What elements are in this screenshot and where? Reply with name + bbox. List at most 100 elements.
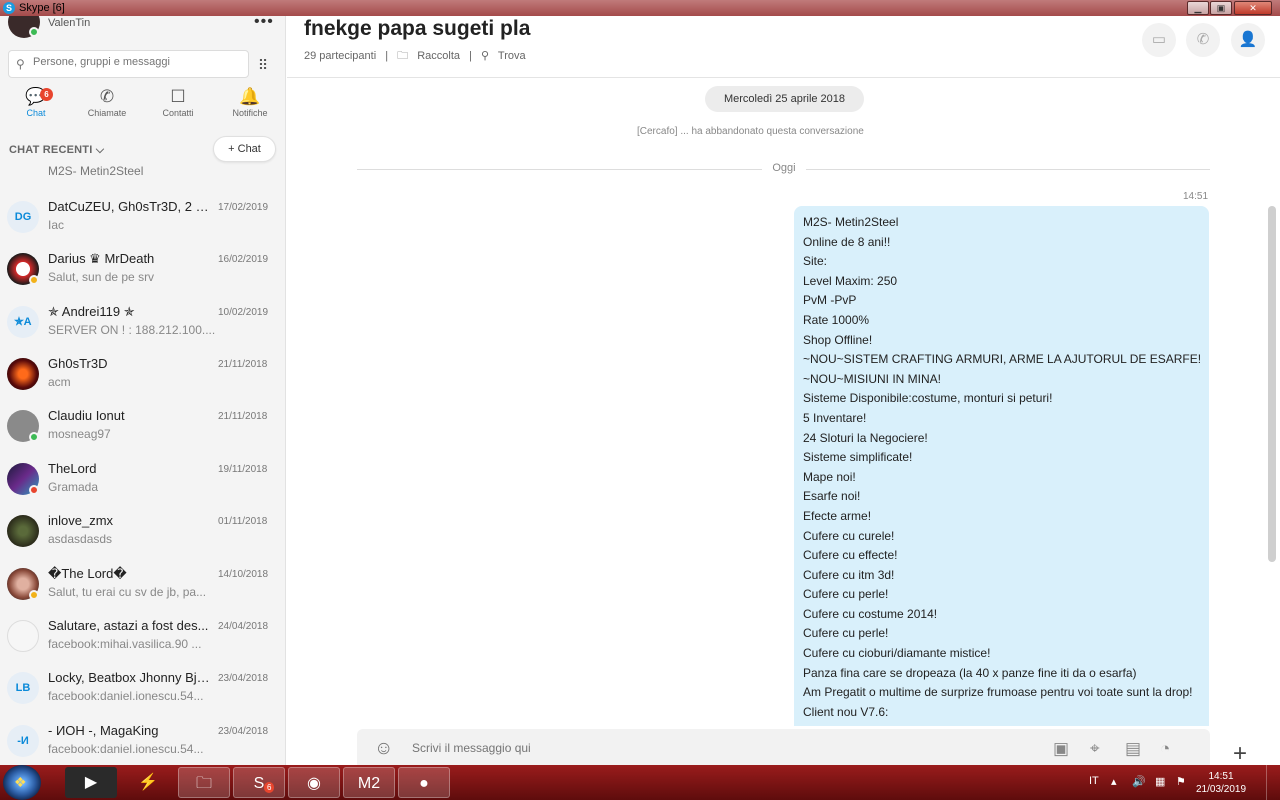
chat-preview: facebook:daniel.ionescu.54... — [48, 742, 204, 756]
date-separator: Mercoledì 25 aprile 2018 — [705, 86, 864, 112]
more-options-icon[interactable]: ••• — [254, 16, 274, 31]
list-item[interactable]: -И - ИОН -, MagaKing 23/04/2018 facebook… — [0, 719, 285, 765]
chat-name: Locky, Beatbox Jhonny Bj,... — [48, 670, 210, 685]
message-line: Efecte arme! — [803, 508, 872, 523]
more-actions-icon[interactable]: + — [1233, 740, 1247, 765]
poll-icon[interactable]: ◔ — [1160, 739, 1170, 759]
my-name[interactable]: ValenTin — [48, 17, 90, 29]
chat-icon: 💬 — [25, 87, 47, 106]
search-box[interactable]: ⚲ — [8, 50, 249, 78]
scrollbar[interactable] — [1268, 206, 1276, 562]
message-bubble[interactable]: M2S- Metin2Steel Online de 8 ani!! Site: L… — [794, 206, 1209, 726]
chat-date: 19/11/2018 — [218, 464, 268, 475]
windows-logo-icon: ❖ — [14, 774, 27, 790]
tray-expand-icon[interactable]: ▴ — [1111, 775, 1117, 788]
chat-name: DatCuZEU, Gh0sTr3D, 2 a... — [48, 199, 210, 214]
close-window-button[interactable]: ✕ — [1234, 1, 1272, 15]
audio-call-icon[interactable]: ✆ — [1186, 23, 1220, 57]
chat-unread-badge: 6 — [40, 88, 53, 101]
avatar: LB — [7, 672, 39, 704]
gallery-link[interactable]: Raccolta — [417, 50, 460, 62]
tab-calls-label: Chiamate — [87, 108, 127, 118]
chat-name: Claudiu Ionut — [48, 408, 125, 423]
search-input[interactable] — [33, 56, 243, 68]
list-item-partial[interactable]: M2S- Metin2Steel — [48, 164, 143, 178]
recent-chats-header[interactable]: CHAT RECENTI ⌵ — [9, 144, 104, 157]
language-indicator[interactable]: IT — [1089, 775, 1099, 787]
firefox-icon[interactable]: ◉ — [288, 767, 340, 798]
tab-chat[interactable]: 💬 Chat 6 — [6, 86, 66, 126]
volume-icon[interactable]: 🔊 — [1132, 775, 1146, 788]
gallery-icon: 🗀 — [397, 50, 409, 62]
tab-calls[interactable]: ✆ Chiamate — [77, 86, 137, 126]
chat-name: TheLord — [48, 461, 97, 476]
video-call-icon[interactable]: ▭ — [1142, 23, 1176, 57]
new-chat-button[interactable]: + Chat — [213, 136, 276, 162]
list-item[interactable]: LB Locky, Beatbox Jhonny Bj,... 23/04/20… — [0, 666, 285, 718]
participants-link[interactable]: 29 partecipanti — [304, 50, 376, 62]
location-icon[interactable]: ⌖ — [1090, 739, 1100, 759]
chat-preview: asdasdasds — [48, 532, 113, 546]
dialpad-icon[interactable]: ⠿ — [254, 56, 272, 74]
chat-preview: acm — [48, 375, 71, 389]
avatar: -И — [7, 725, 39, 757]
list-item[interactable]: Claudiu Ionut 21/11/2018 mosneag97 — [0, 404, 285, 456]
message-line: Cufere cu perle! — [803, 587, 889, 602]
list-item[interactable]: Salutare, astazi a fost des... 24/04/201… — [0, 614, 285, 666]
tab-notifications[interactable]: 🔔 Notifiche — [220, 86, 280, 126]
find-link[interactable]: Trova — [498, 50, 526, 62]
my-status-online-icon — [29, 27, 39, 37]
skype-taskbar-icon[interactable]: S6 — [233, 767, 285, 798]
network-icon[interactable]: ▦ — [1155, 775, 1165, 788]
contacts-icon: ☐ — [170, 87, 186, 106]
contact-card-icon[interactable]: ▤ — [1125, 739, 1141, 759]
message-line: Site: — [803, 254, 828, 269]
chat-preview: Salut, sun de pe srv — [48, 270, 155, 284]
status-away-icon — [29, 590, 39, 600]
start-button[interactable]: ❖ — [3, 765, 41, 800]
avatar — [7, 515, 39, 547]
message-line: Client nou V7.6: — [803, 704, 889, 719]
chat-name: ✯ Andrei119 ✯ — [48, 304, 135, 319]
message-line: 24 Sloturi la Negociere! — [803, 430, 928, 445]
list-item[interactable]: Darius ♛ MrDeath 16/02/2019 Salut, sun d… — [0, 247, 285, 299]
message-time: 14:51 — [1183, 191, 1209, 202]
maximize-button[interactable]: ▣ — [1210, 1, 1232, 15]
chat-name: Darius ♛ MrDeath — [48, 251, 155, 266]
nav-tabs: 💬 Chat 6 ✆ Chiamate ☐ Contatti 🔔 Notific… — [0, 86, 285, 126]
message-line: Am Pregatit o multime de surprize frumoa… — [803, 685, 1193, 700]
today-divider: Oggi — [762, 162, 806, 174]
list-item[interactable]: �The Lord� 14/10/2018 Salut, tu erai cu … — [0, 562, 285, 614]
add-participant-icon[interactable]: 👤 — [1231, 23, 1265, 57]
minimize-button[interactable]: ▁ — [1187, 1, 1209, 15]
list-item[interactable]: ✯A ✯ Andrei119 ✯ 10/02/2019 SERVER ON ! … — [0, 300, 285, 352]
recorder-icon[interactable]: ● — [398, 767, 450, 798]
list-item[interactable]: TheLord 19/11/2018 Gramada — [0, 457, 285, 509]
message-line: Level Maxim: 250 — [803, 273, 898, 288]
metin2-icon[interactable]: M2 — [343, 767, 395, 798]
chat-date: 10/02/2019 — [218, 307, 269, 318]
media-gallery-icon[interactable]: ▣ — [1053, 739, 1069, 759]
system-clock[interactable]: 14:51 21/03/2019 — [1196, 770, 1246, 796]
chat-name: - ИОН -, MagaKing — [48, 723, 159, 738]
conversation-title[interactable]: fnekge papa sugeti pla — [304, 17, 530, 41]
list-item[interactable]: inlove_zmx 01/11/2018 asdasdasds — [0, 509, 285, 561]
message-input[interactable] — [412, 741, 1012, 755]
message-line: M2S- Metin2Steel — [803, 215, 899, 229]
file-explorer-icon[interactable]: 🗀 — [178, 767, 230, 798]
tab-contacts[interactable]: ☐ Contatti — [148, 86, 208, 126]
chat-date: 16/02/2019 — [218, 254, 269, 265]
message-line: Cufere cu effecte! — [803, 548, 898, 563]
action-center-icon[interactable]: ⚑ — [1176, 775, 1186, 788]
emoji-icon[interactable]: ☺ — [374, 738, 393, 760]
list-item[interactable]: DG DatCuZEU, Gh0sTr3D, 2 a... 17/02/2019… — [0, 195, 285, 247]
message-line: Cufere cu curele! — [803, 528, 895, 543]
media-player-icon[interactable]: ▶ — [65, 767, 117, 798]
winamp-icon[interactable]: ⚡ — [122, 767, 174, 798]
list-item[interactable]: Gh0sTr3D 21/11/2018 acm — [0, 352, 285, 404]
chat-name: Salutare, astazi a fost des... — [48, 618, 209, 633]
chat-date: 23/04/2018 — [218, 673, 269, 684]
show-desktop-button[interactable] — [1266, 765, 1280, 800]
message-line: Cufere cu cioburi/diamante mistice! — [803, 646, 991, 661]
chat-preview: Iac — [48, 218, 65, 232]
